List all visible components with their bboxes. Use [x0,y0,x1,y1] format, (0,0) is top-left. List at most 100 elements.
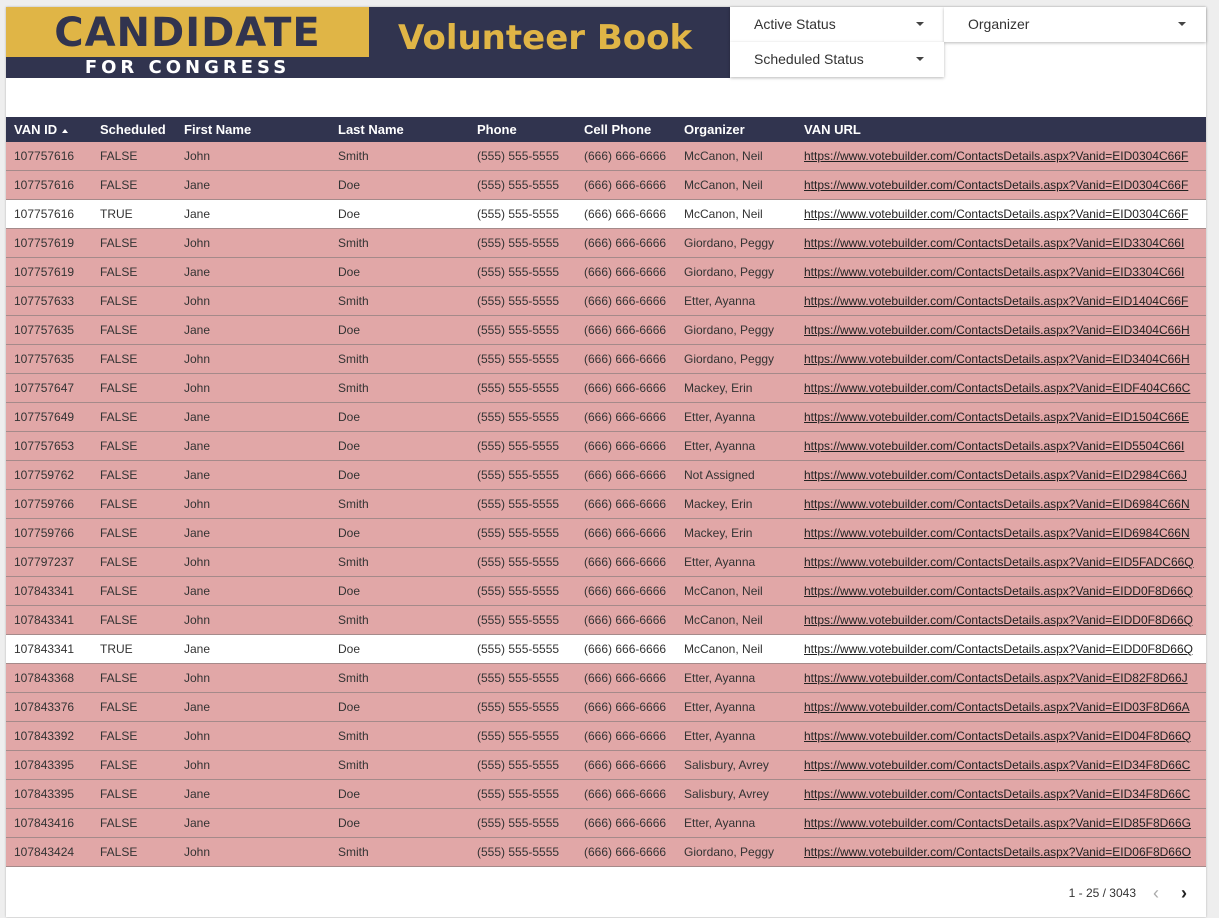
cell-van-url[interactable]: https://www.votebuilder.com/ContactsDeta… [796,663,1206,693]
cell-first-name: John [176,228,330,258]
cell-phone: (555) 555-5555 [469,344,576,374]
column-header-scheduled[interactable]: Scheduled [92,117,176,142]
cell-van-url[interactable]: https://www.votebuilder.com/ContactsDeta… [796,634,1206,664]
table-row[interactable]: 107843376 FALSE Jane Doe (555) 555-5555 (666)… [6,692,1206,722]
table-row[interactable]: 107757619 FALSE John Smith (555) 555-5555 (66… [6,228,1206,258]
cell-organizer: Mackey, Erin [676,489,796,519]
cell-first-name: John [176,142,330,171]
organizer-filter[interactable]: Organizer [944,7,1206,42]
cell-organizer: Etter, Ayanna [676,663,796,693]
cell-scheduled: FALSE [92,315,176,345]
table-row[interactable]: 107759762 FALSE Jane Doe (555) 555-5555 (666)… [6,460,1206,490]
chevron-left-icon[interactable]: ‹ [1146,884,1166,904]
cell-phone: (555) 555-5555 [469,257,576,287]
caret-down-icon [916,57,924,61]
column-header-label: Last Name [338,122,404,137]
cell-van-url[interactable]: https://www.votebuilder.com/ContactsDeta… [796,344,1206,374]
table-row[interactable]: 107757635 FALSE John Smith (555) 555-5555 (66… [6,344,1206,374]
cell-phone: (555) 555-5555 [469,489,576,519]
cell-phone: (555) 555-5555 [469,518,576,548]
table-row[interactable]: 107757616 FALSE John Smith (555) 555-5555 (66… [6,142,1206,171]
cell-scheduled: FALSE [92,257,176,287]
cell-van-url[interactable]: https://www.votebuilder.com/ContactsDeta… [796,750,1206,780]
cell-first-name: John [176,344,330,374]
table-row[interactable]: 107759766 FALSE John Smith (555) 555-5555 (66… [6,489,1206,519]
cell-van-url[interactable]: https://www.votebuilder.com/ContactsDeta… [796,170,1206,200]
cell-scheduled: FALSE [92,518,176,548]
column-header-cell-phone[interactable]: Cell Phone [576,117,676,142]
cell-van-url[interactable]: https://www.votebuilder.com/ContactsDeta… [796,779,1206,809]
table-row[interactable]: 107757616 FALSE Jane Doe (555) 555-5555 (666)… [6,170,1206,200]
cell-scheduled: FALSE [92,779,176,809]
cell-van-id: 107757647 [6,373,92,403]
cell-van-url[interactable]: https://www.votebuilder.com/ContactsDeta… [796,837,1206,867]
table-row[interactable]: 107759766 FALSE Jane Doe (555) 555-5555 (666)… [6,518,1206,548]
table-row[interactable]: 107843416 FALSE Jane Doe (555) 555-5555 (666)… [6,808,1206,838]
table-row[interactable]: 107843392 FALSE John Smith (555) 555-5555 (66… [6,721,1206,751]
cell-van-url[interactable]: https://www.votebuilder.com/ContactsDeta… [796,315,1206,345]
logo-main-text: CANDIDATE [54,10,321,56]
table-row[interactable]: 107843368 FALSE John Smith (555) 555-5555 (66… [6,663,1206,693]
table-row[interactable]: 107757616 TRUE Jane Doe (555) 555-5555 (666) … [6,199,1206,229]
table-row[interactable]: 107757653 FALSE Jane Doe (555) 555-5555 (666)… [6,431,1206,461]
table-row[interactable]: 107757647 FALSE John Smith (555) 555-5555 (66… [6,373,1206,403]
cell-van-url[interactable]: https://www.votebuilder.com/ContactsDeta… [796,286,1206,316]
table-row[interactable]: 107843424 FALSE John Smith (555) 555-5555 (66… [6,837,1206,867]
cell-van-url[interactable]: https://www.votebuilder.com/ContactsDeta… [796,605,1206,635]
cell-van-url[interactable]: https://www.votebuilder.com/ContactsDeta… [796,431,1206,461]
table-row[interactable]: 107757619 FALSE Jane Doe (555) 555-5555 (666)… [6,257,1206,287]
cell-first-name: John [176,721,330,751]
cell-van-url[interactable]: https://www.votebuilder.com/ContactsDeta… [796,373,1206,403]
cell-van-url[interactable]: https://www.votebuilder.com/ContactsDeta… [796,547,1206,577]
cell-last-name: Doe [330,170,469,200]
chevron-right-icon[interactable]: › [1174,884,1194,904]
table-row[interactable]: 107843341 TRUE Jane Doe (555) 555-5555 (666) … [6,634,1206,664]
column-header-van-id[interactable]: VAN ID [6,117,92,142]
cell-van-url[interactable]: https://www.votebuilder.com/ContactsDeta… [796,228,1206,258]
cell-van-id: 107757653 [6,431,92,461]
cell-van-url[interactable]: https://www.votebuilder.com/ContactsDeta… [796,808,1206,838]
cell-scheduled: FALSE [92,402,176,432]
cell-phone: (555) 555-5555 [469,692,576,722]
table-row[interactable]: 107843395 FALSE Jane Doe (555) 555-5555 (666)… [6,779,1206,809]
cell-cell-phone: (666) 666-6666 [576,837,676,867]
cell-van-url[interactable]: https://www.votebuilder.com/ContactsDeta… [796,142,1206,171]
cell-cell-phone: (666) 666-6666 [576,721,676,751]
column-header-first-name[interactable]: First Name [176,117,330,142]
cell-van-url[interactable]: https://www.votebuilder.com/ContactsDeta… [796,692,1206,722]
cell-cell-phone: (666) 666-6666 [576,605,676,635]
cell-van-url[interactable]: https://www.votebuilder.com/ContactsDeta… [796,576,1206,606]
cell-last-name: Doe [330,518,469,548]
column-header-phone[interactable]: Phone [469,117,576,142]
cell-first-name: Jane [176,779,330,809]
table-row[interactable]: 107757649 FALSE Jane Doe (555) 555-5555 (666)… [6,402,1206,432]
column-header-organizer[interactable]: Organizer [676,117,796,142]
cell-first-name: Jane [176,460,330,490]
column-header-van-url[interactable]: VAN URL [796,117,1206,142]
cell-van-url[interactable]: https://www.votebuilder.com/ContactsDeta… [796,518,1206,548]
table-row[interactable]: 107757635 FALSE Jane Doe (555) 555-5555 (666)… [6,315,1206,345]
cell-organizer: Mackey, Erin [676,518,796,548]
column-header-label: First Name [184,122,252,137]
cell-cell-phone: (666) 666-6666 [576,257,676,287]
cell-organizer: Giordano, Peggy [676,344,796,374]
scheduled-status-filter[interactable]: Scheduled Status [730,42,944,77]
cell-first-name: Jane [176,315,330,345]
cell-van-id: 107843341 [6,634,92,664]
cell-van-url[interactable]: https://www.votebuilder.com/ContactsDeta… [796,402,1206,432]
cell-van-url[interactable]: https://www.votebuilder.com/ContactsDeta… [796,257,1206,287]
cell-van-url[interactable]: https://www.votebuilder.com/ContactsDeta… [796,460,1206,490]
table-row[interactable]: 107843341 FALSE Jane Doe (555) 555-5555 (666)… [6,576,1206,606]
cell-van-url[interactable]: https://www.votebuilder.com/ContactsDeta… [796,721,1206,751]
column-header-last-name[interactable]: Last Name [330,117,469,142]
active-status-filter[interactable]: Active Status [730,7,944,42]
table-row[interactable]: 107797237 FALSE John Smith (555) 555-5555 (66… [6,547,1206,577]
cell-first-name: John [176,286,330,316]
table-row[interactable]: 107757633 FALSE John Smith (555) 555-5555 (66… [6,286,1206,316]
table-row[interactable]: 107843395 FALSE John Smith (555) 555-5555 (66… [6,750,1206,780]
cell-van-id: 107757616 [6,142,92,171]
cell-van-url[interactable]: https://www.votebuilder.com/ContactsDeta… [796,489,1206,519]
cell-van-url[interactable]: https://www.votebuilder.com/ContactsDeta… [796,199,1206,229]
cell-phone: (555) 555-5555 [469,286,576,316]
table-row[interactable]: 107843341 FALSE John Smith (555) 555-5555 (66… [6,605,1206,635]
